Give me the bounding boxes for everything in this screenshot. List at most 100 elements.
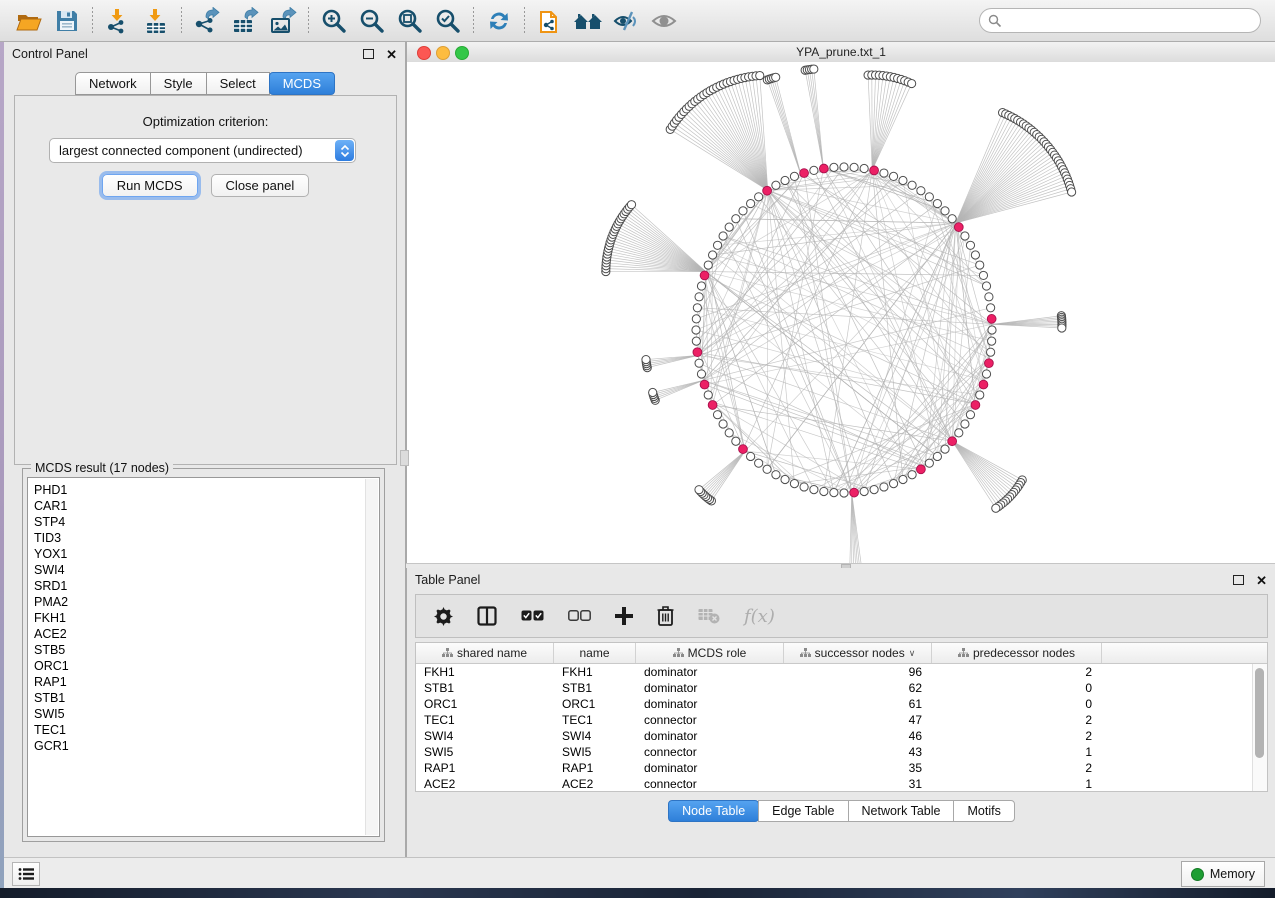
network-node — [880, 169, 888, 177]
table-cell: dominator — [636, 665, 784, 679]
mcds-result-item[interactable]: PMA2 — [28, 594, 379, 610]
save-session-icon[interactable] — [48, 4, 86, 38]
table-row[interactable]: TEC1TEC1connector472 — [416, 712, 1267, 728]
table-row[interactable]: RAP1RAP1dominator352 — [416, 760, 1267, 776]
tab-select[interactable]: Select — [206, 72, 270, 95]
tab-motifs[interactable]: Motifs — [953, 800, 1014, 822]
mcds-node — [708, 401, 717, 410]
optimization-criterion-select[interactable]: largest connected component (undirected) — [49, 138, 356, 163]
network-node — [695, 359, 703, 367]
table-row[interactable]: STB1STB1dominator620 — [416, 680, 1267, 696]
table-scrollbar-thumb[interactable] — [1255, 668, 1264, 758]
mcds-result-item[interactable]: SWI4 — [28, 562, 379, 578]
deselect-all-icon[interactable] — [568, 610, 591, 622]
network-node — [961, 232, 969, 240]
mcds-result-item[interactable]: CAR1 — [28, 498, 379, 514]
tab-network-table[interactable]: Network Table — [848, 800, 955, 822]
table-row[interactable]: ACE2ACE2connector311 — [416, 776, 1267, 792]
zoom-fit-icon[interactable] — [391, 4, 429, 38]
network-node — [889, 479, 897, 487]
mcds-result-item[interactable]: SRD1 — [28, 578, 379, 594]
refresh-layout-icon[interactable] — [480, 4, 518, 38]
float-panel-icon[interactable] — [363, 49, 374, 59]
column-header-MCDS-role[interactable]: MCDS role — [636, 643, 784, 663]
close-table-panel-icon[interactable]: ✕ — [1256, 574, 1267, 587]
table-row[interactable]: SWI4SWI4dominator462 — [416, 728, 1267, 744]
table-row[interactable]: FKH1FKH1dominator962 — [416, 664, 1267, 680]
delete-column-icon[interactable] — [657, 606, 674, 626]
column-header-shared-name[interactable]: shared name — [416, 643, 554, 663]
float-table-panel-icon[interactable] — [1233, 575, 1244, 585]
window-zoom-icon[interactable] — [455, 46, 469, 60]
table-row[interactable]: SWI5SWI5connector431 — [416, 744, 1267, 760]
select-stepper-icon — [335, 140, 354, 161]
mcds-result-item[interactable]: YOX1 — [28, 546, 379, 562]
mcds-result-list[interactable]: PHD1CAR1STP4TID3YOX1SWI4SRD1PMA2FKH1ACE2… — [27, 477, 380, 837]
network-node — [976, 261, 984, 269]
search-input[interactable] — [1007, 13, 1260, 29]
task-history-button[interactable] — [12, 862, 40, 886]
table-cell: 2 — [932, 665, 1102, 679]
run-mcds-button[interactable]: Run MCDS — [102, 174, 198, 197]
toolbar-separator — [308, 7, 309, 35]
home-icon[interactable] — [569, 4, 607, 38]
column-header-predecessor-nodes[interactable]: predecessor nodes — [932, 643, 1102, 663]
table-cell: 1 — [932, 777, 1102, 791]
mcds-node — [954, 223, 963, 232]
close-panel-button[interactable]: Close panel — [211, 174, 310, 197]
network-window-titlebar[interactable]: YPA_prune.txt_1 — [407, 42, 1275, 63]
mcds-result-item[interactable]: STB5 — [28, 642, 379, 658]
zoom-out-icon[interactable] — [353, 4, 391, 38]
table-scrollbar[interactable] — [1252, 664, 1267, 791]
mcds-result-item[interactable]: PHD1 — [28, 482, 379, 498]
mcds-list-scrollbar[interactable] — [365, 479, 378, 835]
export-table-icon[interactable] — [226, 4, 264, 38]
network-document-icon[interactable] — [531, 4, 569, 38]
tab-node-table[interactable]: Node Table — [668, 800, 759, 822]
export-image-icon[interactable] — [264, 4, 302, 38]
mcds-result-item[interactable]: ACE2 — [28, 626, 379, 642]
mcds-result-item[interactable]: TEC1 — [28, 722, 379, 738]
mcds-result-item[interactable]: GCR1 — [28, 738, 379, 754]
table-row[interactable]: ORC1ORC1dominator610 — [416, 696, 1267, 712]
network-node — [925, 459, 933, 467]
network-canvas[interactable] — [407, 62, 1275, 563]
hide-panel-icon[interactable] — [607, 4, 645, 38]
mcds-result-item[interactable]: FKH1 — [28, 610, 379, 626]
tab-network[interactable]: Network — [75, 72, 151, 95]
mcds-result-item[interactable]: STP4 — [28, 514, 379, 530]
network-node — [830, 163, 838, 171]
open-file-icon[interactable] — [10, 4, 48, 38]
zoom-selected-icon[interactable] — [429, 4, 467, 38]
mcds-node — [819, 164, 828, 173]
show-eye-icon[interactable] — [645, 4, 683, 38]
tab-mcds[interactable]: MCDS — [269, 72, 335, 95]
mcds-result-item[interactable]: RAP1 — [28, 674, 379, 690]
add-column-icon[interactable] — [615, 607, 633, 625]
memory-button[interactable]: Memory — [1181, 861, 1265, 887]
export-network-icon[interactable] — [188, 4, 226, 38]
window-minimize-icon[interactable] — [436, 46, 450, 60]
table-settings-gear-icon[interactable] — [434, 607, 453, 626]
table-cell: SWI5 — [416, 745, 554, 759]
close-panel-icon[interactable]: ✕ — [386, 48, 397, 61]
mcds-result-item[interactable]: SWI5 — [28, 706, 379, 722]
import-table-icon[interactable] — [137, 4, 175, 38]
mcds-result-item[interactable]: TID3 — [28, 530, 379, 546]
mcds-result-item[interactable]: ORC1 — [28, 658, 379, 674]
tab-style[interactable]: Style — [150, 72, 207, 95]
show-columns-icon[interactable] — [477, 606, 497, 626]
desktop-background — [0, 888, 1275, 898]
import-network-icon[interactable] — [99, 4, 137, 38]
network-node — [860, 164, 868, 172]
select-all-icon[interactable] — [521, 610, 544, 622]
mcds-result-item[interactable]: STB1 — [28, 690, 379, 706]
vertical-splitter-handle[interactable] — [400, 450, 409, 466]
column-header-name[interactable]: name — [554, 643, 636, 663]
window-close-icon[interactable] — [417, 46, 431, 60]
tab-edge-table[interactable]: Edge Table — [758, 800, 848, 822]
network-node — [941, 207, 949, 215]
mcds-node — [971, 401, 980, 410]
zoom-in-icon[interactable] — [315, 4, 353, 38]
column-header-successor-nodes[interactable]: successor nodes∨ — [784, 643, 932, 663]
